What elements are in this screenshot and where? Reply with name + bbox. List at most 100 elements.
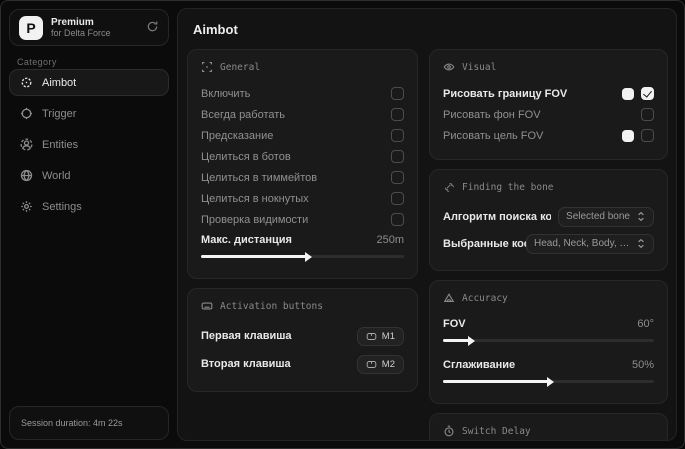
sidebar-item-label: Entities [42,138,79,151]
sidebar-item-trigger[interactable]: Trigger [9,100,169,127]
sidebar-item-settings[interactable]: Settings [9,193,169,220]
sidebar-item-entities[interactable]: Entities [9,131,169,158]
globe-icon [20,169,33,182]
app-window: P Premium for Delta Force Category Aimbo… [0,0,685,449]
toggle-row: Предсказание [201,125,404,146]
keybind-label: Первая клавиша [201,330,292,342]
gear-icon [20,200,33,213]
toggle-label: Целиться в нокнутых [201,192,309,205]
session-duration-card: Session duration: 4m 22s [9,406,169,440]
visual-row: Рисовать цель FOV [443,125,654,146]
toggle-label: Целиться в тиммейтов [201,171,318,184]
panel-title: General [220,61,261,73]
sidebar-item-world[interactable]: World [9,162,169,189]
activation-buttons-panel: Activation buttons Первая клавиша M1 Вто… [187,288,418,392]
color-swatch[interactable] [622,129,634,142]
checkbox[interactable] [391,192,404,205]
panel-title: Accuracy [462,292,508,304]
app-logo: P [19,15,43,40]
slider-thumb[interactable] [468,335,476,346]
bone-row: Алгоритм поиска кост Selected bone [443,203,654,230]
page-title: Aimbot [193,22,238,37]
switch-delay-panel: Switch Delay Задержка переключения Задер… [429,413,668,440]
visual-row: Рисовать границу FOV [443,83,654,104]
slider-label: Макс. дистанция [201,234,292,246]
premium-title: Premium [51,16,94,28]
bone-label: Алгоритм поиска кост [443,210,551,223]
toggle-row: Всегда работать [201,104,404,125]
sidebar-item-label: World [42,169,71,182]
color-swatch[interactable] [622,87,634,100]
visual-panel: Visual Рисовать границу FOV Рисовать фон… [429,49,668,160]
keybind-button-m1[interactable]: M1 [356,326,404,346]
fov-slider[interactable] [443,335,654,346]
panel-title: Finding the bone [462,181,554,193]
refresh-icon[interactable] [146,20,159,36]
category-label: Category [17,57,57,67]
checkbox[interactable] [391,171,404,184]
bone-label: Выбранные кос [443,237,526,250]
toggle-row: Проверка видимости [201,209,404,230]
smoothing-slider[interactable] [443,376,654,387]
toggle-row: Включить [201,83,404,104]
bone-row: Выбранные кос Head, Neck, Body, Pe... [443,230,654,257]
sidebar: P Premium for Delta Force Category Aimbo… [1,1,177,448]
session-duration-text: Session duration: 4m 22s [21,418,123,428]
slider-label: FOV [443,318,466,330]
slider-thumb[interactable] [546,376,554,387]
visual-label: Рисовать фон FOV [443,108,541,121]
keybind-label: Вторая клавиша [201,358,291,370]
toggle-row: Целиться в тиммейтов [201,167,404,188]
selected-bones-select[interactable]: Head, Neck, Body, Pe... [526,233,654,254]
crosshair-icon [20,76,33,89]
entities-icon [20,138,33,151]
mouse-icon [366,332,377,340]
panel-title: Visual [462,61,497,73]
mouse-icon [366,360,377,368]
sidebar-nav: Aimbot Trigger Entities World Settings [9,69,169,220]
slider-value: 60° [637,318,654,330]
scan-icon [201,61,213,73]
keybind-row: Первая клавиша M1 [201,322,404,350]
checkbox[interactable] [391,150,404,163]
slider-value: 50% [631,359,654,371]
visual-row: Рисовать фон FOV [443,104,654,125]
checkbox[interactable] [391,129,404,142]
finding-bone-panel: Finding the bone Алгоритм поиска кост Se… [429,169,668,271]
checkbox[interactable] [391,108,404,121]
premium-card: P Premium for Delta Force [9,9,169,46]
toggle-label: Предсказание [201,129,274,142]
checkbox[interactable] [641,129,654,142]
toggle-label: Целиться в ботов [201,150,291,163]
unfold-icon [638,238,644,249]
toggle-label: Проверка видимости [201,213,309,226]
bone-algorithm-select[interactable]: Selected bone [558,206,654,227]
timer-icon [444,425,454,437]
checkbox[interactable] [641,108,654,121]
premium-subtitle: for Delta Force [51,28,111,39]
sidebar-item-label: Trigger [42,107,77,120]
trigger-icon [20,107,33,120]
slider-value: 250m [376,234,404,246]
keybind-button-m2[interactable]: M2 [356,354,404,374]
sidebar-item-aimbot[interactable]: Aimbot [9,69,169,96]
panel-title: Switch Delay [462,425,531,437]
keybind-row: Вторая клавиша M2 [201,350,404,378]
toggle-label: Всегда работать [201,108,286,121]
toggle-row: Целиться в ботов [201,146,404,167]
visual-label: Рисовать цель FOV [443,129,544,142]
sidebar-item-label: Settings [42,200,82,213]
toggle-row: Целиться в нокнутых [201,188,404,209]
slider-thumb[interactable] [304,251,312,262]
max-distance-slider[interactable] [201,251,404,262]
checkbox[interactable] [391,87,404,100]
main-panel: Aimbot General Включить Всегда работать [177,8,677,441]
checkbox[interactable] [641,87,654,100]
panel-title: Activation buttons [220,300,323,312]
general-panel: General Включить Всегда работать Предска… [187,49,418,279]
accuracy-icon [443,293,455,302]
accuracy-panel: Accuracy FOV 60° Сглаживание 50% [429,280,668,404]
checkbox[interactable] [391,213,404,226]
keyboard-icon [201,302,213,310]
slider-label: Сглаживание [443,359,516,371]
